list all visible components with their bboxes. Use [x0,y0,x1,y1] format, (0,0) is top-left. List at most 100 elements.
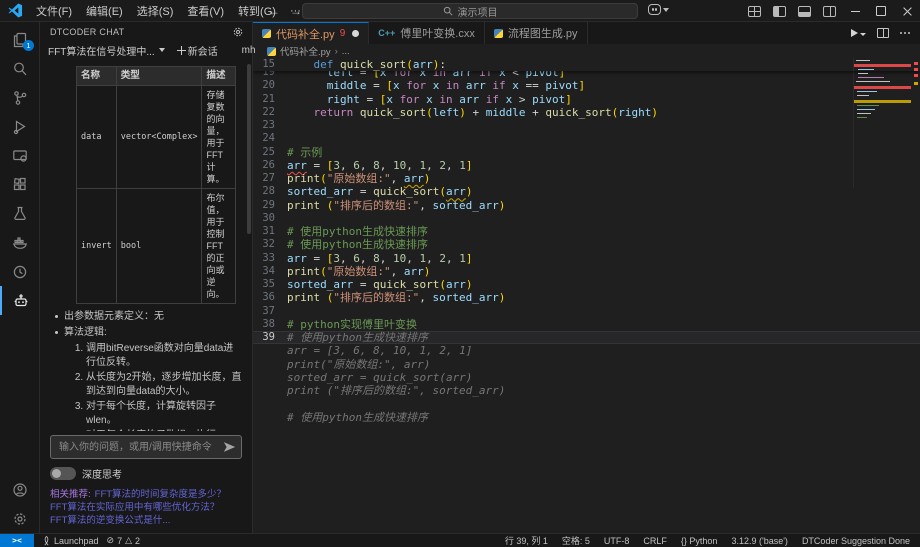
code-line[interactable]: 35sorted_arr = quick_sort(arr) [253,278,920,291]
sidebar-item-search[interactable] [0,54,39,83]
window-controls [742,0,920,22]
code-line[interactable]: 19 left = [x for x in arr if x < pivot] [253,71,920,79]
status-item[interactable]: 行 39, 列 1 [505,534,548,547]
close-button[interactable] [894,0,920,22]
maximize-button[interactable] [868,0,894,22]
chat-settings-gear-icon[interactable] [232,26,244,38]
chat-scrollbar[interactable] [247,64,251,234]
sidebar-item-extensions[interactable] [0,170,39,199]
related-question-link[interactable]: FFT算法的时间复杂度是多少？ [95,489,226,500]
code-line[interactable]: 32# 使用python生成快速排序 [253,238,920,251]
session-selector[interactable]: FFT算法在信号处理中... [48,43,165,58]
sidebar-item-explorer[interactable]: 1 [0,25,39,54]
line-number [253,358,287,371]
code-line[interactable]: 25# 示例 [253,146,920,159]
more-actions-icon[interactable] [900,32,910,34]
code-line[interactable]: 33arr = [3, 6, 8, 10, 1, 2, 1] [253,252,920,265]
toggle-secondary-sidebar-icon[interactable] [823,6,836,17]
breadcrumb-ellipsis[interactable]: ... [342,46,350,57]
code-line[interactable]: 36print ("排序后的数组:", sorted_arr) [253,291,920,304]
settings-button[interactable] [0,504,39,533]
forward-arrow-icon[interactable]: → [290,4,302,18]
minimize-button[interactable] [842,0,868,22]
send-icon [223,441,236,453]
code-line[interactable]: 39# 使用python生成快速排序 [253,331,920,344]
split-editor-icon[interactable] [877,28,889,38]
sidebar-item-ai-chat[interactable] [0,286,39,315]
code-line[interactable]: 24 [253,132,920,145]
related-question-link[interactable]: FFT算法在实际应用中有哪些优化方法？ [50,502,219,513]
menu-item[interactable]: 查看(V) [180,3,231,19]
remote-explorer-icon [12,148,28,164]
launchpad-button[interactable]: Launchpad [42,536,99,546]
code-line[interactable]: 38# python实现傅里叶变换 [253,318,920,331]
minimap[interactable] [853,58,910,188]
code-line[interactable]: 30 [253,212,920,225]
toggle-sidebar-icon[interactable] [773,6,786,17]
code-line[interactable]: sorted_arr = quick_sort(arr) [253,371,920,384]
code-lines[interactable]: 20 middle = [x for x in arr if x == pivo… [253,79,920,424]
sidebar-item-source-control[interactable] [0,83,39,112]
line-content: # python实现傅里叶变换 [287,318,417,331]
run-button[interactable] [851,29,866,37]
code-line[interactable]: 22 return quick_sort(left) + middle + qu… [253,106,920,119]
status-item[interactable]: 3.12.9 ('base') [731,536,787,546]
problems-indicator[interactable]: ⊘ 7 △ 2 [107,536,141,546]
copilot-icon [648,4,661,15]
menu-item[interactable]: 编辑(E) [79,3,130,19]
chat-message-area[interactable]: 名称类型描述datavector<Complex>存储复数的向量，用于FFT计算… [40,60,252,431]
code-line[interactable]: 28sorted_arr = quick_sort(arr) [253,185,920,198]
code-editor[interactable]: 15 def quick_sort(arr): 19 left = [x for… [253,58,920,533]
remote-indicator[interactable]: >< [0,534,34,547]
line-content: # 使用python生成快速排序 [287,331,428,344]
sidebar-item-run-debug[interactable] [0,112,39,141]
tab-流程图生成.py[interactable]: 流程图生成.py [485,22,588,44]
code-line[interactable]: 20 middle = [x for x in arr if x == pivo… [253,79,920,92]
code-line[interactable]: print("原始数组:", arr) [253,358,920,371]
status-item[interactable]: UTF-8 [604,536,630,546]
code-line[interactable]: print ("排序后的数组:", sorted_arr) [253,384,920,397]
modified-dot-icon[interactable] [352,30,359,37]
deep-think-toggle[interactable] [50,467,76,480]
code-line[interactable]: 29print ("排序后的数组:", sorted_arr) [253,199,920,212]
code-line[interactable] [253,397,920,410]
code-line[interactable]: # 使用python生成快速排序 [253,411,920,424]
back-arrow-icon[interactable]: ← [268,4,280,18]
related-question-link[interactable]: FFT算法的逆变换公式是什... [50,515,170,526]
code-line[interactable]: 15 def quick_sort(arr): [253,58,920,71]
copilot-menu[interactable] [648,4,669,15]
breadcrumb[interactable]: 代码补全.py › ... [253,44,920,58]
menu-item[interactable]: 选择(S) [130,3,181,19]
customize-layout-icon[interactable] [748,6,761,17]
send-button[interactable] [221,440,237,454]
code-line[interactable]: 26arr = [3, 6, 8, 10, 1, 2, 1] [253,159,920,172]
status-item[interactable]: DTCoder Suggestion Done [802,536,910,546]
sidebar-item-docker[interactable] [0,228,39,257]
tab-代码补全.py[interactable]: 代码补全.py9 [253,22,369,44]
status-item[interactable]: {} Python [681,536,718,546]
sidebar-item-testing[interactable] [0,199,39,228]
account-button[interactable] [0,475,39,504]
code-line[interactable]: 27print("原始数组:", arr) [253,172,920,185]
sidebar-item-pending-tasks[interactable] [0,257,39,286]
overview-ruler[interactable] [914,58,918,533]
error-count: 7 [117,536,122,546]
tab-傅里叶变换.cxx[interactable]: C++傅里叶变换.cxx [369,22,485,44]
status-item[interactable]: CRLF [643,536,667,546]
breadcrumb-file[interactable]: 代码补全.py [280,44,331,58]
code-line[interactable]: 34print("原始数组:", arr) [253,265,920,278]
code-line[interactable]: arr = [3, 6, 8, 10, 1, 2, 1] [253,344,920,357]
code-line[interactable]: 23 [253,119,920,132]
menu-item[interactable]: 文件(F) [29,3,79,19]
sidebar-item-remote-explorer[interactable] [0,141,39,170]
code-line[interactable]: 31# 使用python生成快速排序 [253,225,920,238]
project-search-box[interactable]: 演示项目 [302,3,638,19]
new-session-button[interactable]: 新会话 [177,43,218,58]
chat-input[interactable] [50,435,242,459]
toggle-panel-icon[interactable] [798,6,811,17]
code-line[interactable]: 37 [253,305,920,318]
code-line[interactable]: 21 right = [x for x in arr if x > pivot] [253,93,920,106]
sticky-line[interactable]: 15 def quick_sort(arr): [253,58,920,71]
chevron-down-icon [663,8,669,12]
status-item[interactable]: 空格: 5 [562,534,590,547]
